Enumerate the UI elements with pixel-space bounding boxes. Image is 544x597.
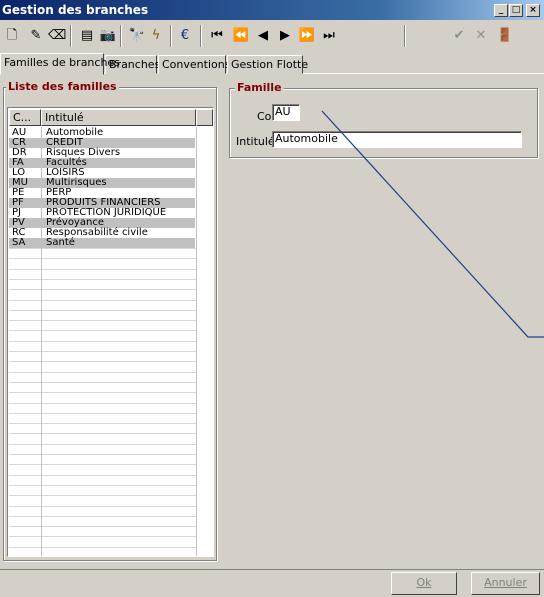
grid-line [9,454,196,455]
grid-line [9,361,196,362]
column-header-intitule[interactable]: Intitulé [41,109,196,126]
ok-button[interactable]: Ok [391,572,457,595]
toolbar-separator [200,25,202,47]
grid-line [9,516,196,517]
next-record-icon[interactable]: ▶ [276,27,294,45]
grid-line [9,330,196,331]
table-row[interactable]: DR Risques Divers [9,148,195,158]
grid-line [9,320,196,321]
grid-column-divider [196,127,197,556]
grid-line [9,258,196,259]
toolbar-separator [170,25,172,47]
grid-line [9,382,196,383]
grid-line [9,392,196,393]
intitule-label: Intitulé [236,135,275,148]
last-record-icon[interactable]: ⏭ [320,27,338,45]
grid-line [9,506,196,507]
grid-line [9,526,196,527]
tab-conventions[interactable]: Conventions [158,55,230,74]
grid-line [9,269,196,270]
famille-title: Famille [235,81,284,94]
grid-line [9,485,196,486]
lightning-icon[interactable]: ϟ [147,27,165,45]
tab-familles-de-branches[interactable]: Familles de branches [0,53,120,75]
table-row[interactable]: AU Automobile [9,128,195,138]
camera-icon[interactable]: 📷 [99,27,117,45]
grid-line [9,341,196,342]
grid-line [9,248,196,249]
grid-line [9,444,196,445]
prev-record-icon[interactable]: ◀ [254,27,272,45]
tab-gestion-flotte[interactable]: Gestion Flotte [227,55,308,74]
column-header-code[interactable]: C... [9,109,41,126]
intitule-field[interactable]: Automobile [272,131,522,148]
grid-line [9,300,196,301]
grid-line [9,279,196,280]
table-row[interactable]: FA Facultés [9,158,195,168]
grid-line [9,310,196,311]
first-record-icon[interactable]: ⏮ [208,27,226,45]
code-field[interactable]: AU [272,104,300,121]
grid-line [9,413,196,414]
bottom-divider [0,569,544,570]
euro-icon[interactable]: € [176,27,194,45]
families-grid[interactable]: C... Intitulé AU Automobile CR CREDIT DR Risq… [7,107,214,557]
grid-line [9,403,196,404]
new-icon[interactable]: 🗋 [3,27,21,45]
grid-line [9,547,196,548]
exit-icon[interactable]: 🚪 [496,27,514,45]
minimize-button[interactable]: _ [494,4,508,17]
table-row[interactable]: SA Santé [9,238,195,248]
cancel-button[interactable]: Annuler [471,572,540,595]
grid-line [9,351,196,352]
list-icon[interactable]: ▤ [78,27,96,45]
row-label: Santé [46,237,75,248]
edit-icon[interactable]: ✎ [27,27,45,45]
row-code: SA [12,237,26,248]
table-row[interactable]: RC Responsabilité civile [9,228,195,238]
validate-icon[interactable]: ✔ [450,27,468,45]
toolbar-separator [70,25,72,47]
grid-line [9,536,196,537]
families-list-title: Liste des familles [6,80,119,93]
table-row[interactable]: MU Multirisques [9,178,195,188]
grid-line [9,433,196,434]
close-button[interactable]: × [526,4,540,17]
erase-icon[interactable]: ⌫ [48,27,66,45]
column-header-blank [196,109,213,126]
binoculars-icon[interactable]: 🔭 [128,27,146,45]
grid-line [9,372,196,373]
grid-line [9,289,196,290]
grid-column-divider [41,127,42,556]
cancel-icon[interactable]: ✕ [472,27,490,45]
window-title: Gestion des branches [2,3,149,17]
grid-line [9,423,196,424]
toolbar-separator [120,25,122,47]
maximize-button[interactable]: □ [509,4,523,17]
window-title-bar[interactable]: Gestion des branches [0,0,544,20]
toolbar-separator [404,25,406,47]
fast-forward-icon[interactable]: ⏩ [298,27,316,45]
grid-line [9,475,196,476]
grid-line [9,464,196,465]
grid-line [9,495,196,496]
fast-back-icon[interactable]: ⏪ [232,27,250,45]
